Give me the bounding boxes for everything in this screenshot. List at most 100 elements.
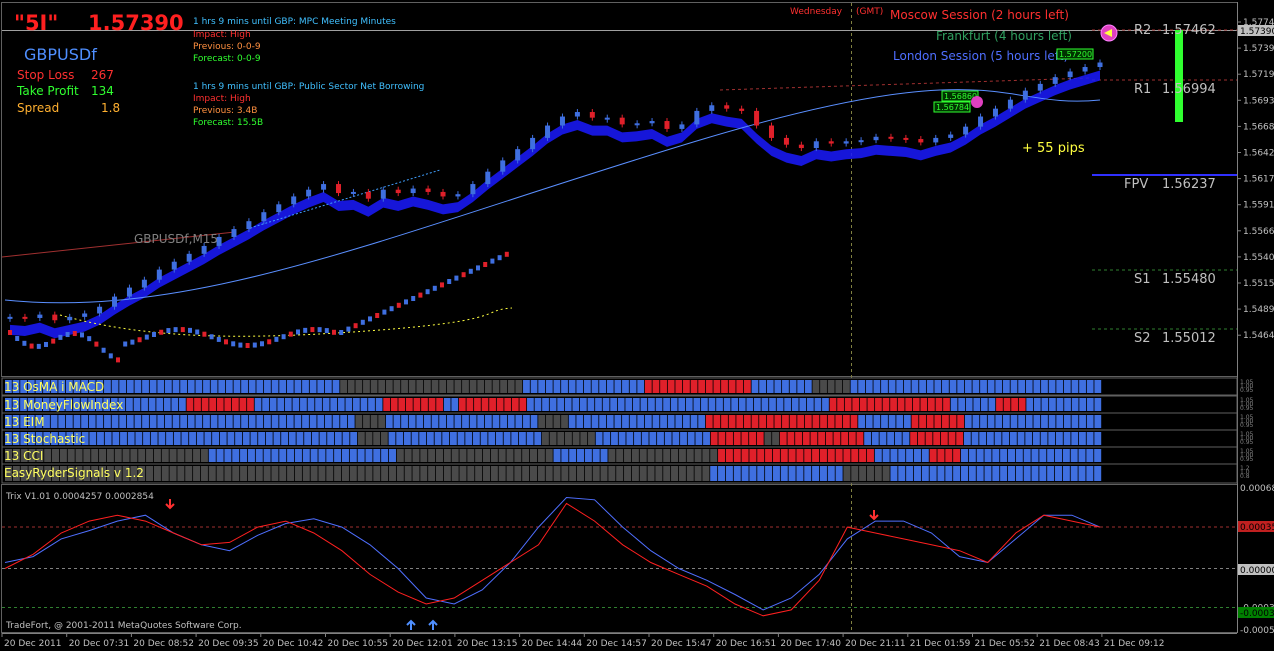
indicator-cell bbox=[702, 466, 710, 481]
indicator-cell bbox=[929, 449, 937, 462]
indicator-cell bbox=[858, 415, 866, 428]
indicator-cell bbox=[576, 415, 584, 428]
day-label: Wednesday bbox=[790, 7, 843, 17]
indicator-cell bbox=[52, 449, 60, 462]
indicator-cell bbox=[749, 466, 757, 481]
indicator-cell bbox=[925, 432, 933, 445]
indicator-cell bbox=[663, 466, 671, 481]
trend-line bbox=[719, 77, 1091, 91]
indicator-cell bbox=[796, 449, 804, 462]
trix-series-line bbox=[4, 502, 1101, 617]
indicator-cell bbox=[99, 449, 107, 462]
pivot-r2-value: 1.57462 bbox=[1162, 23, 1216, 38]
indicator-cell bbox=[201, 398, 209, 411]
indicator-cell bbox=[950, 398, 958, 411]
indicator-cell bbox=[287, 449, 295, 462]
indicator-cell bbox=[1071, 432, 1079, 445]
chart-canvas[interactable]: 1.577461.573901.571901.569351.566801.564… bbox=[0, 0, 1274, 651]
indicator-cell bbox=[980, 398, 988, 411]
indicator-cell bbox=[1041, 380, 1048, 393]
indicator-cell bbox=[1000, 466, 1008, 481]
indicator-cell bbox=[332, 380, 340, 393]
indicator-cell bbox=[1086, 432, 1094, 445]
indicator-cell bbox=[972, 415, 980, 428]
indicator-cell bbox=[187, 380, 195, 393]
indicator-cell bbox=[1078, 466, 1086, 481]
trix-label: Trix V1.01 0.0004257 0.0002854 bbox=[5, 492, 154, 502]
indicator-cell bbox=[917, 432, 925, 445]
indicator-cell bbox=[652, 380, 660, 393]
indicator-cell bbox=[180, 380, 188, 393]
indicator-cell bbox=[782, 380, 789, 393]
indicator-cell bbox=[1002, 415, 1010, 428]
indicator-cell bbox=[383, 398, 391, 411]
indicator-cell bbox=[262, 398, 269, 411]
lower-candle-body bbox=[159, 329, 164, 335]
indicator-cell bbox=[1062, 466, 1070, 481]
indicator-level: 0.95 bbox=[1240, 405, 1254, 412]
indicator-cell bbox=[292, 398, 300, 411]
indicator-cell bbox=[576, 380, 584, 393]
indicator-cell bbox=[240, 466, 248, 481]
indicator-cell bbox=[294, 466, 302, 481]
lower-candle-body bbox=[94, 341, 99, 347]
indicator-cell bbox=[1007, 466, 1016, 481]
indicator-cell bbox=[731, 398, 739, 411]
indicator-cell bbox=[890, 398, 897, 411]
indicator-cell bbox=[81, 415, 88, 428]
candle-body bbox=[1052, 77, 1058, 84]
candle-body bbox=[873, 136, 879, 141]
indicator-cell bbox=[1011, 398, 1018, 411]
indicator-cell bbox=[1026, 398, 1034, 411]
indicator-cell bbox=[465, 432, 473, 445]
moscow-session: Moscow Session (2 hours left) bbox=[890, 8, 1069, 22]
indicator-cell bbox=[233, 415, 241, 428]
indicator-cell bbox=[88, 415, 96, 428]
candle-body bbox=[485, 171, 491, 185]
gmt-label: (GMT) bbox=[856, 7, 883, 17]
indicator-cell bbox=[797, 380, 805, 393]
indicator-cell bbox=[503, 432, 511, 445]
indicator-cell bbox=[584, 449, 592, 462]
indicator-cell bbox=[247, 449, 255, 462]
indicator-cell bbox=[247, 466, 255, 481]
candle-body bbox=[978, 116, 984, 127]
indicator-cell bbox=[827, 449, 835, 462]
candle-body bbox=[530, 137, 536, 150]
indicator-cell bbox=[1017, 432, 1025, 445]
indicator-cell bbox=[484, 415, 492, 428]
indicator-cell bbox=[467, 449, 475, 462]
indicator-cell bbox=[370, 380, 378, 393]
indicator-cell bbox=[580, 432, 588, 445]
indicator-cell bbox=[897, 398, 905, 411]
lower-candle-body bbox=[483, 262, 488, 267]
pivot-s1-value: 1.55480 bbox=[1162, 272, 1216, 287]
indicator-cell bbox=[475, 449, 483, 462]
lower-candle-body bbox=[144, 334, 149, 340]
lower-candle-body bbox=[173, 327, 178, 333]
indicator-cell bbox=[1047, 466, 1055, 481]
indicator-cell bbox=[224, 449, 232, 462]
indicator-cell bbox=[713, 415, 721, 428]
time-tick-label: 21 Dec 09:12 bbox=[1104, 639, 1165, 649]
lower-candle-body bbox=[108, 353, 113, 359]
indicator-cell bbox=[718, 449, 726, 462]
chart-watermark: GBPUSDf,M15 bbox=[134, 232, 218, 246]
indicator-cell bbox=[286, 380, 294, 393]
indicator-label: 13 OsMA i MACD bbox=[4, 380, 104, 394]
indicator-cell bbox=[577, 449, 585, 462]
candle-body bbox=[888, 136, 894, 139]
candle-body bbox=[739, 108, 745, 111]
indicator-cell bbox=[852, 398, 860, 411]
indicator-cell bbox=[718, 466, 726, 481]
indicator-cell bbox=[279, 466, 287, 481]
indicator-cell bbox=[208, 466, 216, 481]
indicator-cell bbox=[866, 449, 874, 462]
indicator-cell bbox=[271, 466, 279, 481]
indicator-cell bbox=[749, 432, 756, 445]
indicator-cell bbox=[357, 466, 365, 481]
indicator-cell bbox=[412, 466, 420, 481]
indicator-cell bbox=[819, 466, 827, 481]
indicator-cell bbox=[203, 380, 210, 393]
lower-candle-body bbox=[288, 331, 293, 337]
